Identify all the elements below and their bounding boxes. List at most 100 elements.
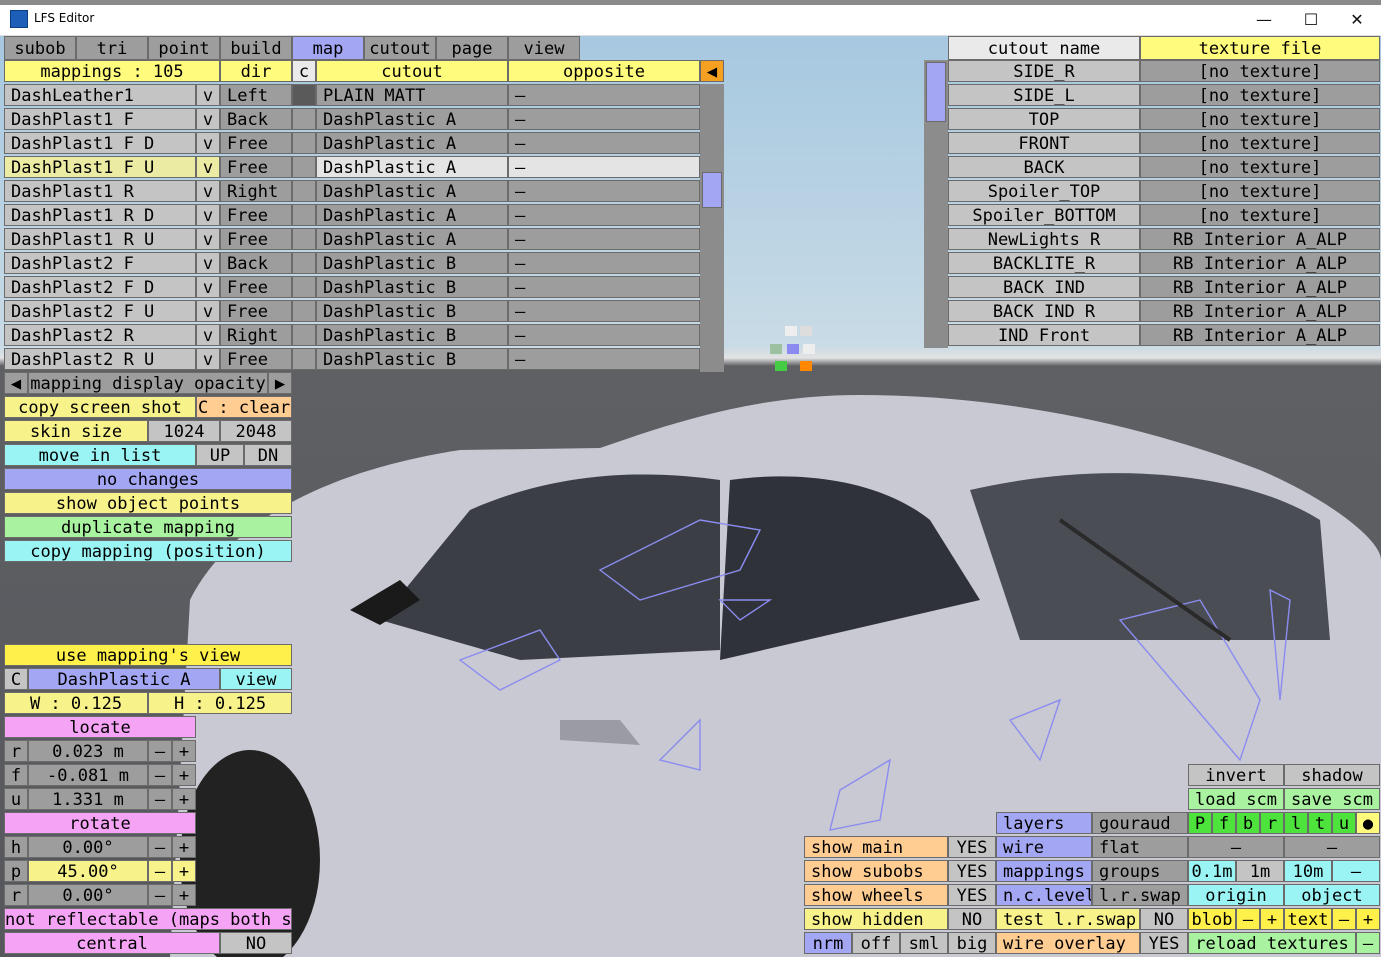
mapping-row-dir[interactable]: Free — [220, 132, 292, 154]
text-minus-button[interactable]: – — [1332, 908, 1356, 930]
position-decrement-button[interactable]: – — [148, 764, 172, 786]
view-dir-button[interactable]: l — [1284, 812, 1308, 834]
mapping-row-opposite[interactable]: – — [508, 324, 700, 346]
view-dir-button[interactable]: f — [1212, 812, 1236, 834]
mapping-row-cutout[interactable]: DashPlastic A — [316, 180, 508, 202]
mapping-row-opposite[interactable]: – — [508, 348, 700, 370]
cutout-row-name[interactable]: BACKLITE_R — [948, 252, 1140, 274]
copy-mapping-button[interactable]: copy mapping (position) — [4, 540, 292, 562]
minimize-button[interactable]: — — [1241, 6, 1287, 34]
texture-file-header[interactable]: texture file — [1140, 36, 1380, 60]
clear-button[interactable]: C : clear — [196, 396, 292, 418]
grid-10m-button[interactable]: 10m — [1284, 860, 1332, 882]
width-value[interactable]: W : 0.125 — [4, 692, 148, 714]
mapping-row-color[interactable] — [292, 132, 316, 154]
cutout-row-texture[interactable]: [no texture] — [1140, 132, 1380, 154]
mapping-row-color[interactable] — [292, 252, 316, 274]
text-plus-button[interactable]: + — [1356, 908, 1380, 930]
gouraud-button[interactable]: gouraud — [1092, 812, 1188, 834]
cutout-row-texture[interactable]: RB Interior A_ALP — [1140, 252, 1380, 274]
mapping-scroll-thumb[interactable] — [702, 172, 722, 208]
view-dir-button[interactable]: r — [1260, 812, 1284, 834]
mapping-row-dir[interactable]: Right — [220, 324, 292, 346]
cutout-scroll-thumb[interactable] — [926, 62, 946, 122]
opacity-decrease-button[interactable]: ◀ — [4, 372, 28, 394]
mapping-row-dir[interactable]: Free — [220, 300, 292, 322]
menu-cutout[interactable]: cutout — [364, 36, 436, 60]
mapping-row-cutout[interactable]: PLAIN MATT — [316, 84, 508, 106]
mapping-row-dir[interactable]: Back — [220, 252, 292, 274]
cutout-row-name[interactable]: Spoiler_BOTTOM — [948, 204, 1140, 226]
cutout-row-name[interactable]: NewLights R — [948, 228, 1140, 250]
position-value[interactable]: 1.331 m — [28, 788, 148, 810]
load-scm-button[interactable]: load scm — [1188, 788, 1284, 810]
mapping-row-visible-toggle[interactable]: v — [196, 108, 220, 130]
menu-page[interactable]: page — [436, 36, 508, 60]
layers-button[interactable]: layers — [996, 812, 1092, 834]
menu-tri[interactable]: tri — [76, 36, 148, 60]
mapping-row-opposite[interactable]: – — [508, 132, 700, 154]
mapping-row-opposite[interactable]: – — [508, 108, 700, 130]
cutout-row-name[interactable]: SIDE_R — [948, 60, 1140, 82]
cutout-row-name[interactable]: FRONT — [948, 132, 1140, 154]
view-dir-button[interactable]: b — [1236, 812, 1260, 834]
menu-point[interactable]: point — [148, 36, 220, 60]
save-scm-button[interactable]: save scm — [1284, 788, 1380, 810]
central-value[interactable]: NO — [220, 932, 292, 954]
mapping-row-opposite[interactable]: – — [508, 156, 700, 178]
mapping-cutout-select[interactable]: DashPlastic A — [28, 668, 220, 690]
mapping-row-color[interactable] — [292, 84, 316, 106]
cutout-row-name[interactable]: BACK — [948, 156, 1140, 178]
mapping-row-name[interactable]: DashPlast2 F D — [4, 276, 196, 298]
blob-minus-button[interactable]: – — [1236, 908, 1260, 930]
mapping-row-cutout[interactable]: DashPlastic A — [316, 204, 508, 226]
flat-button[interactable]: flat — [1092, 836, 1188, 858]
groups-button[interactable]: groups — [1092, 860, 1188, 882]
mapping-row-name[interactable]: DashPlast1 R — [4, 180, 196, 202]
mapping-row-opposite[interactable]: – — [508, 228, 700, 250]
mapping-row-dir[interactable]: Left — [220, 84, 292, 106]
mapping-row-cutout[interactable]: DashPlastic B — [316, 348, 508, 370]
mapping-row-opposite[interactable]: – — [508, 252, 700, 274]
mapping-row-cutout[interactable]: DashPlastic B — [316, 276, 508, 298]
position-increment-button[interactable]: + — [172, 764, 196, 786]
size-off-button[interactable]: off — [852, 932, 900, 954]
size-big-button[interactable]: big — [948, 932, 996, 954]
mapping-scrollbar[interactable] — [700, 84, 724, 372]
cutout-view-button[interactable]: view — [220, 668, 292, 690]
mapping-row-opposite[interactable]: – — [508, 180, 700, 202]
mapping-row-color[interactable] — [292, 300, 316, 322]
shadow-button[interactable]: shadow — [1284, 764, 1380, 786]
cutout-row-texture[interactable]: [no texture] — [1140, 180, 1380, 202]
mapping-row-dir[interactable]: Back — [220, 108, 292, 130]
nc-level-button[interactable]: n.c.level — [996, 884, 1092, 906]
cutout-row-texture[interactable]: [no texture] — [1140, 156, 1380, 178]
size-nrm-button[interactable]: nrm — [804, 932, 852, 954]
mapping-row-visible-toggle[interactable]: v — [196, 348, 220, 370]
mapping-row-visible-toggle[interactable]: v — [196, 252, 220, 274]
cutout-row-texture[interactable]: RB Interior A_ALP — [1140, 276, 1380, 298]
wire-overlay-toggle[interactable]: YES — [1140, 932, 1188, 954]
mapping-row-dir[interactable]: Free — [220, 276, 292, 298]
mapping-row-name[interactable]: DashPlast1 F D — [4, 132, 196, 154]
position-increment-button[interactable]: + — [172, 740, 196, 762]
editor-viewport[interactable]: subob tri point build map cutout page vi… — [0, 36, 1381, 957]
cutout-row-texture[interactable]: RB Interior A_ALP — [1140, 300, 1380, 322]
cutout-row-name[interactable]: TOP — [948, 108, 1140, 130]
position-value[interactable]: 0.023 m — [28, 740, 148, 762]
mapping-row-visible-toggle[interactable]: v — [196, 156, 220, 178]
lr-swap-button[interactable]: l.r.swap — [1092, 884, 1188, 906]
mapping-row-opposite[interactable]: – — [508, 84, 700, 106]
cutout-row-texture[interactable]: [no texture] — [1140, 84, 1380, 106]
test-lr-swap-toggle[interactable]: NO — [1140, 908, 1188, 930]
mapping-row-name[interactable]: DashPlast1 R U — [4, 228, 196, 250]
mapping-row-color[interactable] — [292, 108, 316, 130]
rotation-increment-button[interactable]: + — [172, 884, 196, 906]
mapping-row-name[interactable]: DashPlast2 F — [4, 252, 196, 274]
mapping-row-dir[interactable]: Free — [220, 156, 292, 178]
not-reflectable-toggle[interactable]: not reflectable (maps both sides) — [4, 908, 292, 930]
mapping-row-opposite[interactable]: – — [508, 204, 700, 226]
rotation-value[interactable]: 45.00° — [28, 860, 148, 882]
mapping-row-dir[interactable]: Free — [220, 348, 292, 370]
opacity-increase-button[interactable]: ▶ — [268, 372, 292, 394]
